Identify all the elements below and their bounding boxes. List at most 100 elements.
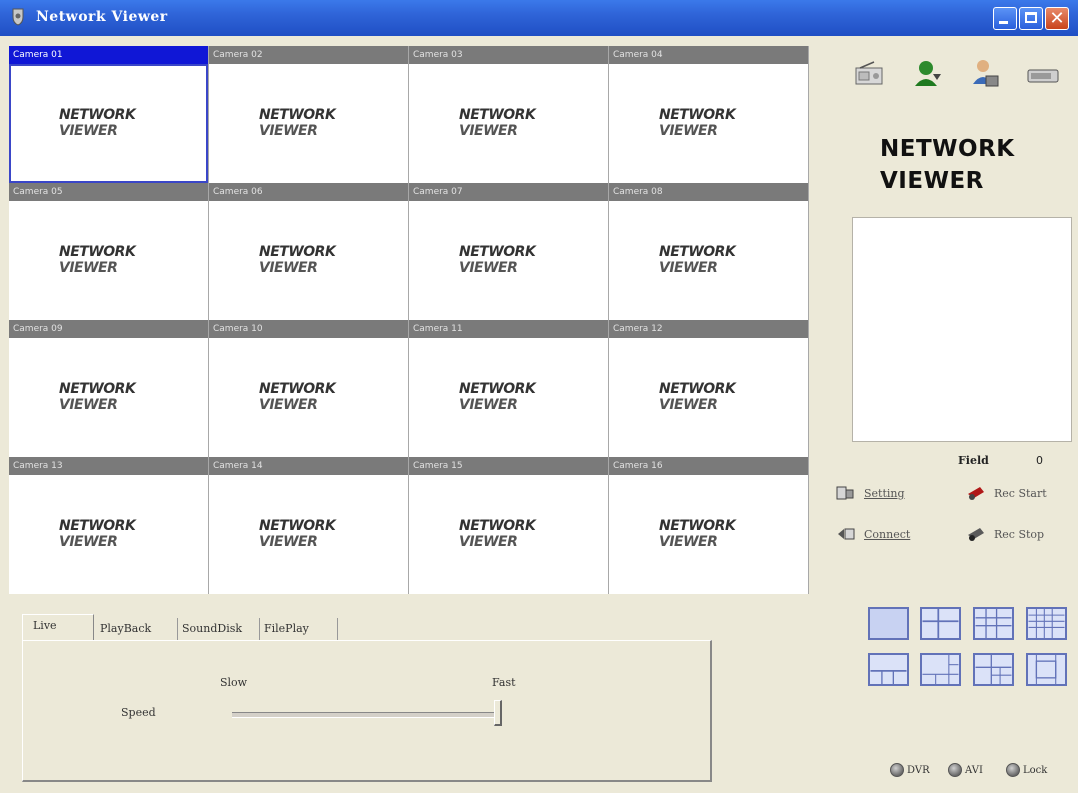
- camera-logo-line1: NETWORK: [59, 107, 136, 123]
- camera-view[interactable]: NETWORK VIEWER: [9, 338, 208, 457]
- camera-view[interactable]: NETWORK VIEWER: [609, 64, 808, 183]
- setting-button[interactable]: Setting: [836, 484, 905, 502]
- minimize-button[interactable]: [993, 7, 1017, 30]
- camera-tile[interactable]: Camera 07 NETWORK VIEWER: [409, 183, 609, 320]
- layout-3x3-button[interactable]: [973, 607, 1014, 640]
- camera-tile[interactable]: Camera 08 NETWORK VIEWER: [609, 183, 809, 320]
- camera-tile[interactable]: Camera 11 NETWORK VIEWER: [409, 320, 609, 457]
- camera-logo-line2: VIEWER: [259, 260, 318, 276]
- camera-tile[interactable]: Camera 13 NETWORK VIEWER: [9, 457, 209, 594]
- brand-line2: VIEWER: [880, 168, 984, 194]
- camera-view[interactable]: NETWORK VIEWER: [409, 201, 608, 320]
- close-icon: ✕: [1049, 8, 1065, 29]
- camera-label: Camera 04: [609, 46, 808, 64]
- setting-icon: [836, 486, 854, 500]
- rec-stop-label: Rec Stop: [994, 527, 1045, 541]
- mode-lock-radio[interactable]: Lock: [1006, 763, 1047, 777]
- camera-tile[interactable]: Camera 05 NETWORK VIEWER: [9, 183, 209, 320]
- camera-view[interactable]: NETWORK VIEWER: [9, 201, 208, 320]
- camera-tile[interactable]: Camera 01 NETWORK VIEWER: [9, 46, 209, 183]
- tab-fileplay[interactable]: FilePlay: [260, 618, 338, 640]
- tab-live[interactable]: Live: [22, 614, 94, 640]
- layout-1-plus-3-button[interactable]: [868, 653, 909, 686]
- layout-1x1-button[interactable]: [868, 607, 909, 640]
- camera-tile[interactable]: Camera 03 NETWORK VIEWER: [409, 46, 609, 183]
- layout-1-plus-7-button[interactable]: [973, 653, 1014, 686]
- connect-button[interactable]: Connect: [836, 525, 910, 543]
- camera-tile[interactable]: Camera 06 NETWORK VIEWER: [209, 183, 409, 320]
- maximize-button[interactable]: [1019, 7, 1043, 30]
- speed-slider-thumb[interactable]: [494, 700, 502, 726]
- camera-placeholder-logo: NETWORK VIEWER: [459, 244, 536, 276]
- radio-dot-icon: [948, 763, 962, 777]
- camera-view[interactable]: NETWORK VIEWER: [409, 338, 608, 457]
- camera-logo-line1: NETWORK: [259, 244, 336, 260]
- camera-view[interactable]: NETWORK VIEWER: [9, 64, 208, 183]
- camera-tile[interactable]: Camera 10 NETWORK VIEWER: [209, 320, 409, 457]
- camera-label: Camera 02: [209, 46, 408, 64]
- mode-lock-label: Lock: [1023, 764, 1048, 776]
- mode-avi-radio[interactable]: AVI: [948, 763, 983, 777]
- radio-dot-icon: [890, 763, 904, 777]
- user-settings-icon[interactable]: [968, 56, 1002, 90]
- radio-icon[interactable]: [852, 58, 886, 92]
- camera-logo-line2: VIEWER: [259, 123, 318, 139]
- user-connect-icon[interactable]: [911, 56, 945, 90]
- camera-placeholder-logo: NETWORK VIEWER: [259, 244, 336, 276]
- rec-start-icon: [968, 487, 984, 500]
- camera-logo-line1: NETWORK: [59, 518, 136, 534]
- tab-playback[interactable]: PlayBack: [96, 618, 178, 640]
- camera-view[interactable]: NETWORK VIEWER: [609, 475, 808, 594]
- camera-logo-line2: VIEWER: [59, 397, 118, 413]
- camera-tile[interactable]: Camera 12 NETWORK VIEWER: [609, 320, 809, 457]
- preview-pane: [852, 217, 1072, 442]
- camera-tile[interactable]: Camera 14 NETWORK VIEWER: [209, 457, 409, 594]
- camera-logo-line2: VIEWER: [259, 397, 318, 413]
- camera-view[interactable]: NETWORK VIEWER: [409, 475, 608, 594]
- connect-icon: [838, 528, 855, 540]
- close-button[interactable]: ✕: [1045, 7, 1069, 30]
- camera-view[interactable]: NETWORK VIEWER: [209, 201, 408, 320]
- camera-logo-line2: VIEWER: [459, 123, 518, 139]
- title-bar[interactable]: Network Viewer ✕: [0, 0, 1078, 36]
- radio-dot-icon: [1006, 763, 1020, 777]
- layout-2x2-button[interactable]: [920, 607, 961, 640]
- mode-dvr-radio[interactable]: DVR: [890, 763, 930, 777]
- camera-view[interactable]: NETWORK VIEWER: [609, 338, 808, 457]
- rec-stop-button[interactable]: Rec Stop: [966, 525, 1044, 543]
- layout-1-plus-5-button[interactable]: [920, 653, 961, 686]
- device-icon[interactable]: [1026, 58, 1060, 92]
- camera-logo-line2: VIEWER: [459, 534, 518, 550]
- camera-logo-line2: VIEWER: [659, 534, 718, 550]
- camera-tile[interactable]: Camera 16 NETWORK VIEWER: [609, 457, 809, 594]
- camera-logo-line2: VIEWER: [659, 397, 718, 413]
- tab-sounddisk[interactable]: SoundDisk: [178, 618, 260, 640]
- camera-logo-line2: VIEWER: [659, 260, 718, 276]
- camera-view[interactable]: NETWORK VIEWER: [209, 64, 408, 183]
- camera-view[interactable]: NETWORK VIEWER: [409, 64, 608, 183]
- speed-slider-track[interactable]: [232, 712, 502, 718]
- camera-placeholder-logo: NETWORK VIEWER: [459, 107, 536, 139]
- camera-logo-line2: VIEWER: [659, 123, 718, 139]
- setting-label: Setting: [864, 486, 905, 500]
- camera-view[interactable]: NETWORK VIEWER: [209, 338, 408, 457]
- camera-tile[interactable]: Camera 15 NETWORK VIEWER: [409, 457, 609, 594]
- fast-label: Fast: [492, 676, 516, 689]
- rec-start-button[interactable]: Rec Start: [966, 484, 1047, 502]
- camera-tile[interactable]: Camera 09 NETWORK VIEWER: [9, 320, 209, 457]
- camera-view[interactable]: NETWORK VIEWER: [9, 475, 208, 594]
- camera-label: Camera 10: [209, 320, 408, 338]
- camera-placeholder-logo: NETWORK VIEWER: [659, 107, 736, 139]
- camera-view[interactable]: NETWORK VIEWER: [609, 201, 808, 320]
- slow-label: Slow: [220, 676, 248, 689]
- camera-view[interactable]: NETWORK VIEWER: [209, 475, 408, 594]
- camera-label: Camera 05: [9, 183, 208, 201]
- layout-4x4-button[interactable]: [1026, 607, 1067, 640]
- camera-label: Camera 13: [9, 457, 208, 475]
- camera-tile[interactable]: Camera 04 NETWORK VIEWER: [609, 46, 809, 183]
- camera-logo-line1: NETWORK: [659, 107, 736, 123]
- camera-logo-line1: NETWORK: [259, 518, 336, 534]
- layout-1-plus-12-button[interactable]: [1026, 653, 1067, 686]
- camera-tile[interactable]: Camera 02 NETWORK VIEWER: [209, 46, 409, 183]
- camera-logo-line2: VIEWER: [59, 123, 118, 139]
